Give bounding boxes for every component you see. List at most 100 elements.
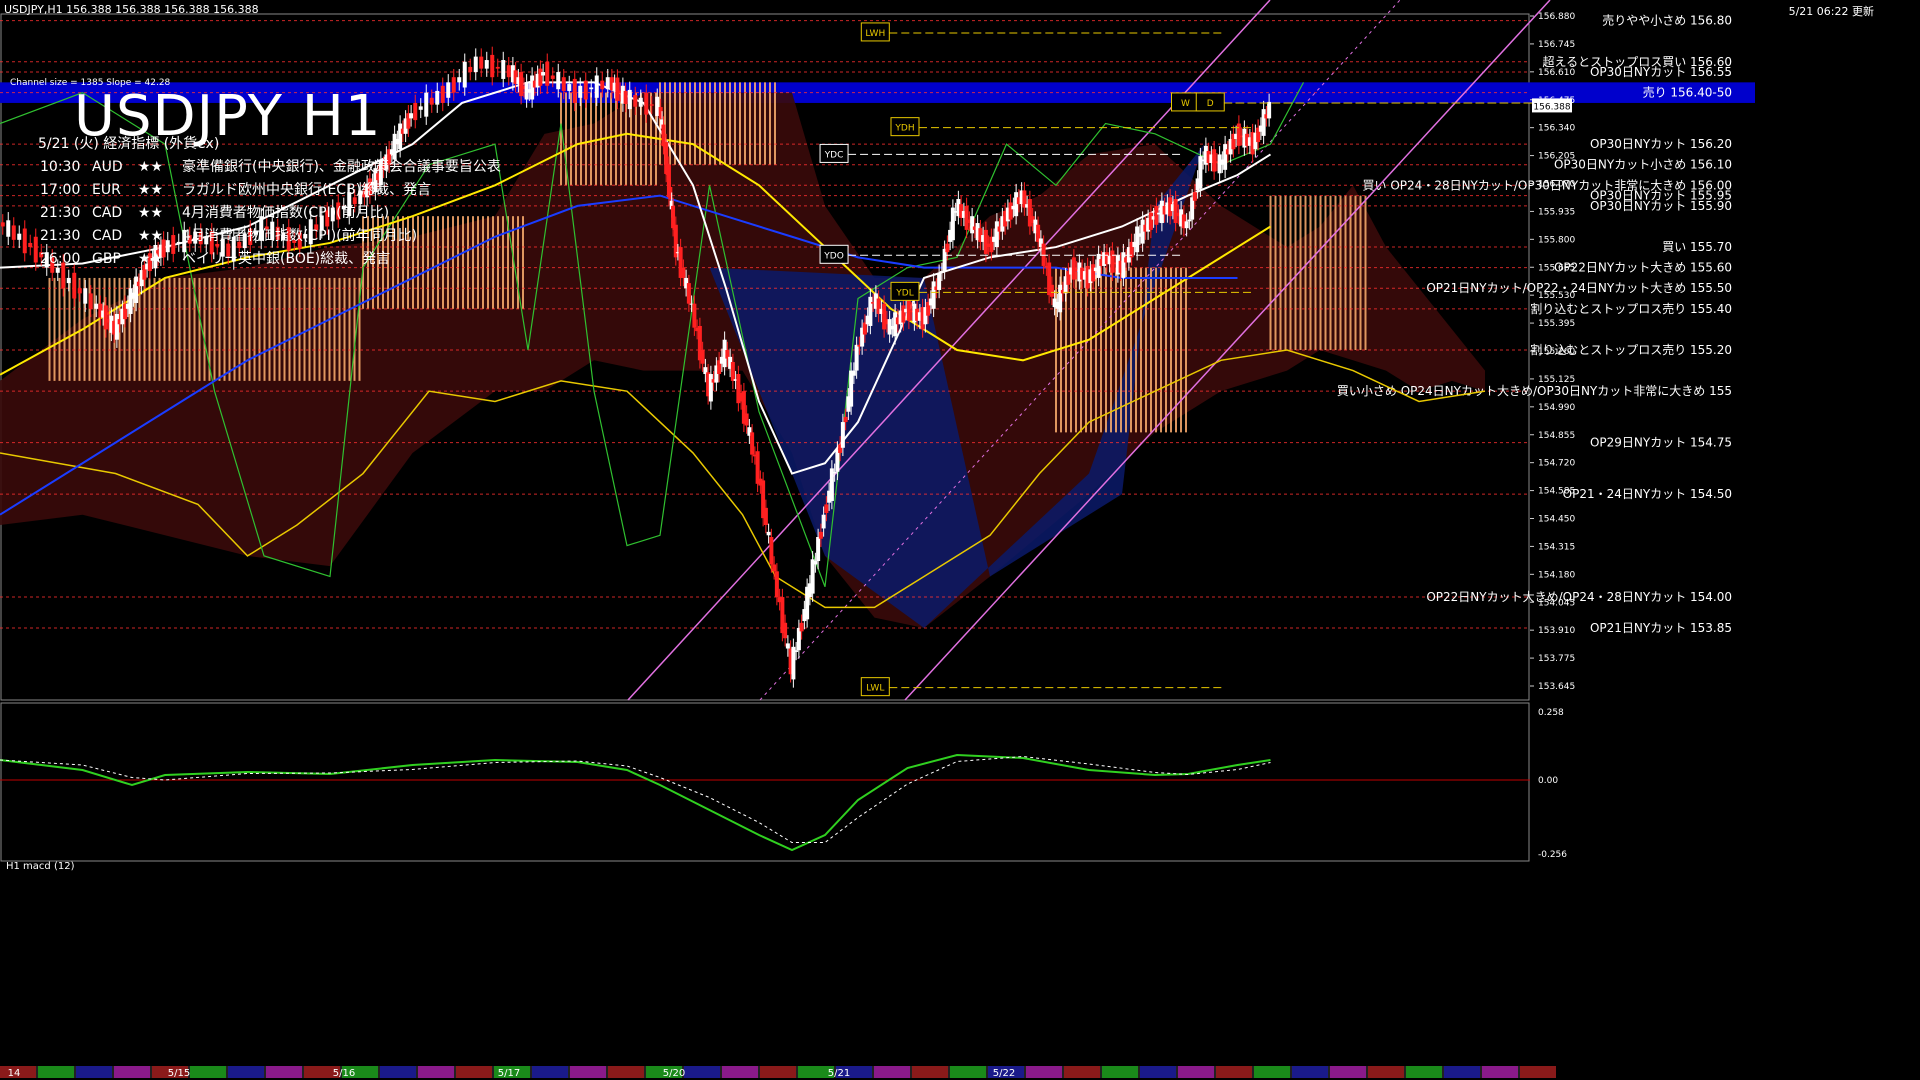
candle-body — [824, 504, 829, 513]
y-tick-label: 155.935 — [1538, 207, 1575, 217]
candle-body — [501, 60, 506, 79]
ref-box-label: YDL — [895, 288, 913, 298]
econ-stars: ★★ — [138, 159, 164, 175]
candle-body — [600, 80, 605, 90]
date-segment — [1330, 1066, 1366, 1078]
candle-body — [840, 422, 845, 448]
candle-body — [783, 622, 788, 639]
candle-body — [615, 77, 620, 101]
econ-heading: 5/21 (火) 経済指標 (外貨ex) — [38, 136, 220, 152]
candle-body — [1223, 144, 1228, 170]
econ-row: 26:00 GBP ★★ ベイリー英中銀(BOE)総裁、発言 — [40, 248, 562, 271]
candle-body — [538, 68, 543, 86]
macd-signal — [0, 755, 1271, 843]
date-segment — [1292, 1066, 1328, 1078]
econ-stars: ★★ — [138, 228, 164, 244]
econ-calendar: 5/21 (火) 経済指標 (外貨ex) 10:30 AUD ★★ 豪準備銀行(中央銀… — [38, 133, 562, 271]
date-segment — [1406, 1066, 1442, 1078]
candle-body — [692, 303, 697, 328]
candle-body — [33, 236, 38, 263]
y-tick-label: 154.045 — [1538, 598, 1575, 608]
candle-body — [490, 54, 495, 78]
level-label: 割り込むとストップロス売り 155.40 — [1530, 301, 1732, 316]
date-segment — [114, 1066, 150, 1078]
candle-body — [506, 65, 511, 78]
date-segment — [1026, 1066, 1062, 1078]
candle-body — [83, 288, 88, 304]
candle-body — [862, 322, 867, 335]
econ-stars: ★★ — [138, 251, 164, 267]
ref-box-label: YDC — [824, 150, 844, 160]
candle-body — [446, 82, 451, 98]
econ-row: 21:30 CAD ★★ 4月消費者物価指数(CPI)(前月比) — [40, 202, 562, 225]
econ-time: 26:00 — [40, 251, 81, 267]
candle-body — [429, 97, 434, 105]
date-segment — [76, 1066, 112, 1078]
candle-body — [681, 267, 686, 278]
candle-body — [744, 413, 749, 426]
econ-event: ラガルド欧州中央銀行(ECB)総裁、発言 — [182, 182, 432, 198]
candle-body — [462, 61, 467, 88]
candle-body — [1212, 149, 1217, 172]
candle-body — [1148, 212, 1153, 230]
candle-body — [730, 362, 735, 381]
update-time: 5/21 06:22 更新 — [1788, 5, 1874, 18]
candle-body — [594, 75, 599, 98]
candle-body — [545, 61, 550, 86]
y-tick-label: 153.645 — [1538, 682, 1575, 692]
candle-body — [413, 102, 418, 121]
econ-row: 10:30 AUD ★★ 豪準備銀行(中央銀行)、金融政策会合議事要旨公表 — [40, 156, 562, 179]
symbol-bar: USDJPY,H1 156.388 156.388 156.388 156.38… — [4, 3, 259, 16]
candle-body — [1071, 257, 1076, 280]
date-segment — [570, 1066, 606, 1078]
candle-body — [1236, 123, 1241, 146]
candle-body — [766, 531, 771, 536]
candle-body — [843, 416, 848, 423]
econ-event: 4月消費者物価指数(CPI)(前月比) — [182, 205, 390, 221]
candle-body — [627, 89, 632, 110]
macd-label: H1 macd (12) — [6, 861, 75, 872]
date-segment — [380, 1066, 416, 1078]
date-label: 5/16 — [333, 1068, 355, 1079]
candle-body — [813, 561, 818, 565]
date-segment — [1482, 1066, 1518, 1078]
candle-body — [22, 228, 27, 254]
level-label: OP30日NYカット 156.55 — [1590, 65, 1732, 79]
candle-body — [519, 72, 524, 97]
candle-body — [931, 281, 936, 309]
candle-body — [1135, 226, 1140, 253]
level-label: OP22日NYカット大きめ/OP24・28日NYカット 154.00 — [1426, 590, 1732, 604]
candle-body — [964, 205, 969, 230]
econ-event: 豪準備銀行(中央銀行)、金融政策会合議事要旨公表 — [182, 159, 501, 175]
econ-ccy: CAD — [92, 228, 123, 244]
level-label: OP21・24日NYカット 154.50 — [1563, 487, 1732, 501]
date-segment — [722, 1066, 758, 1078]
y-tick-label: 155.530 — [1538, 291, 1575, 301]
level-label: OP30日NYカット 155.90 — [1590, 199, 1732, 213]
candle-body — [851, 370, 856, 376]
candle-body — [11, 225, 16, 240]
y-tick-label: 153.775 — [1538, 654, 1575, 664]
candle-body — [1008, 202, 1013, 220]
candle-body — [589, 87, 594, 90]
econ-row: 21:30 CAD ★★ 4月消費者物価指数(CPI)(前年同月比) — [40, 225, 562, 248]
date-segment — [38, 1066, 74, 1078]
candle-body — [1121, 252, 1126, 278]
level-label: OP29日NYカット 154.75 — [1590, 436, 1732, 450]
ref-box-label: LWL — [866, 684, 884, 694]
date-label: 5/21 — [828, 1068, 850, 1079]
y-tick-label: 155.800 — [1538, 235, 1575, 245]
candle-body — [556, 72, 561, 90]
y-tick-label: 153.910 — [1538, 626, 1575, 636]
date-segment — [1520, 1066, 1556, 1078]
candle-body — [893, 312, 898, 337]
ref-box-label: D — [1207, 99, 1214, 109]
date-segment — [456, 1066, 492, 1078]
candle-body — [1187, 219, 1192, 222]
macd-tick-label: 0.258 — [1538, 708, 1564, 718]
econ-event: ベイリー英中銀(BOE)総裁、発言 — [182, 251, 391, 267]
level-label: OP22日NYカット大きめ 155.60 — [1554, 261, 1732, 275]
candle-body — [849, 370, 854, 407]
candle-body — [1184, 221, 1189, 229]
candle-body — [655, 96, 660, 116]
